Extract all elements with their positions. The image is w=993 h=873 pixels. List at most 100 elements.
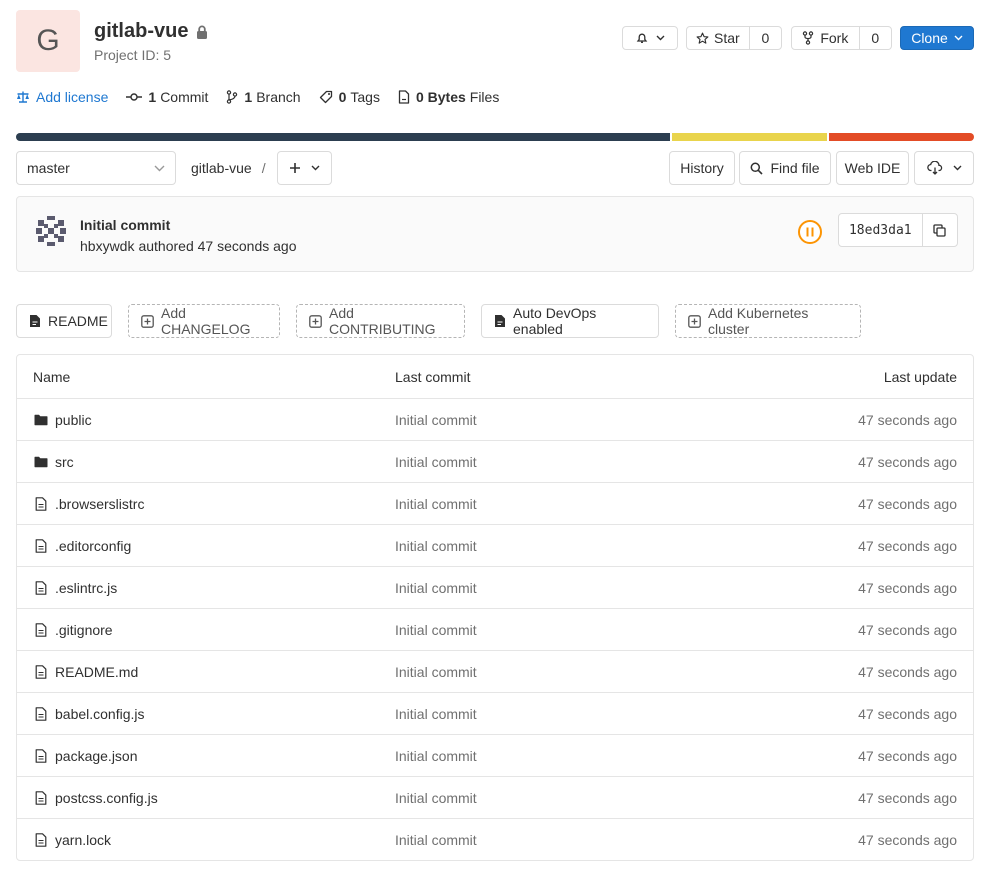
- add-license-link[interactable]: Add license: [16, 89, 108, 105]
- table-header: Name Last commit Last update: [17, 355, 973, 398]
- table-row[interactable]: package.json Initial commit 47 seconds a…: [17, 734, 973, 776]
- file-name-cell[interactable]: package.json: [33, 748, 138, 764]
- fork-count[interactable]: 0: [858, 27, 891, 49]
- project-avatar[interactable]: G: [16, 10, 80, 72]
- branches-link[interactable]: 1 Branch: [226, 89, 301, 105]
- chevron-down-icon: [954, 35, 963, 41]
- commits-link[interactable]: 1 Commit: [126, 89, 208, 105]
- file-name-cell[interactable]: public: [33, 412, 92, 428]
- table-row[interactable]: .eslintrc.js Initial commit 47 seconds a…: [17, 566, 973, 608]
- commit-icon: [126, 92, 143, 102]
- table-row[interactable]: yarn.lock Initial commit 47 seconds ago: [17, 818, 973, 860]
- last-commit-link[interactable]: Initial commit: [395, 580, 477, 596]
- file-name[interactable]: yarn.lock: [55, 832, 111, 848]
- table-row[interactable]: src Initial commit 47 seconds ago: [17, 440, 973, 482]
- table-row[interactable]: babel.config.js Initial commit 47 second…: [17, 692, 973, 734]
- header-last-update: Last update: [883, 368, 957, 385]
- file-name-cell[interactable]: .browserslistrc: [33, 496, 144, 512]
- last-commit-link[interactable]: Initial commit: [395, 538, 477, 554]
- star-icon: [696, 32, 709, 45]
- file-name[interactable]: src: [55, 454, 74, 470]
- auto-devops-button[interactable]: Auto DevOps enabled: [481, 304, 659, 338]
- file-name-cell[interactable]: yarn.lock: [33, 832, 111, 848]
- author-avatar[interactable]: [34, 214, 68, 248]
- commit-sha[interactable]: 18ed3da1: [839, 214, 922, 246]
- tag-icon: [319, 90, 333, 104]
- breadcrumb-project-link[interactable]: gitlab-vue: [191, 160, 252, 176]
- language-segment[interactable]: [671, 133, 827, 141]
- file-icon: [33, 664, 49, 679]
- notification-dropdown[interactable]: [622, 26, 678, 50]
- file-name-cell[interactable]: src: [33, 454, 74, 470]
- table-row[interactable]: postcss.config.js Initial commit 47 seco…: [17, 776, 973, 818]
- download-dropdown[interactable]: [914, 151, 974, 185]
- plus-square-icon: [309, 314, 322, 328]
- tags-link[interactable]: 0 Tags: [319, 89, 380, 105]
- clone-label: Clone: [911, 30, 948, 46]
- file-name[interactable]: public: [55, 412, 92, 428]
- table-row[interactable]: .gitignore Initial commit 47 seconds ago: [17, 608, 973, 650]
- language-segment[interactable]: [16, 133, 670, 141]
- last-commit-link[interactable]: Initial commit: [395, 622, 477, 638]
- find-file-label: Find file: [770, 160, 820, 176]
- history-button[interactable]: History: [669, 151, 735, 185]
- last-commit-link[interactable]: Initial commit: [395, 748, 477, 764]
- last-update-time: 47 seconds ago: [858, 705, 957, 722]
- last-commit-link[interactable]: Initial commit: [395, 790, 477, 806]
- language-segment[interactable]: [829, 133, 974, 141]
- readme-button[interactable]: README: [16, 304, 112, 338]
- file-name[interactable]: .editorconfig: [55, 538, 131, 554]
- file-name[interactable]: .browserslistrc: [55, 496, 144, 512]
- add-changelog-label: Add CHANGELOG: [161, 305, 251, 337]
- add-changelog-button[interactable]: Add CHANGELOG: [128, 304, 280, 338]
- last-commit-link[interactable]: Initial commit: [395, 412, 477, 428]
- last-update-time: 47 seconds ago: [858, 453, 957, 470]
- table-body: public Initial commit 47 seconds ago src…: [17, 398, 973, 860]
- file-name[interactable]: .eslintrc.js: [55, 580, 117, 596]
- table-row[interactable]: public Initial commit 47 seconds ago: [17, 398, 973, 440]
- file-name[interactable]: README.md: [55, 664, 138, 680]
- branches-label: Branch: [256, 89, 301, 105]
- add-kubernetes-button[interactable]: Add Kubernetes cluster: [675, 304, 861, 338]
- commit-author-link[interactable]: hbxywdk: [80, 238, 134, 254]
- pipeline-status[interactable]: [797, 219, 823, 248]
- table-row[interactable]: README.md Initial commit 47 seconds ago: [17, 650, 973, 692]
- fork-button[interactable]: Fork: [792, 27, 859, 49]
- find-file-button[interactable]: Find file: [739, 151, 831, 185]
- file-name-cell[interactable]: .editorconfig: [33, 538, 131, 554]
- repository-languages-bar[interactable]: [16, 133, 974, 141]
- last-commit-link[interactable]: Initial commit: [395, 832, 477, 848]
- last-commit-link[interactable]: Initial commit: [395, 664, 477, 680]
- star-count[interactable]: 0: [748, 27, 781, 49]
- file-name-cell[interactable]: README.md: [33, 664, 138, 680]
- add-contributing-button[interactable]: Add CONTRIBUTING: [296, 304, 465, 338]
- table-row[interactable]: .browserslistrc Initial commit 47 second…: [17, 482, 973, 524]
- folder-icon: [33, 456, 49, 468]
- file-name-cell[interactable]: postcss.config.js: [33, 790, 158, 806]
- file-name[interactable]: .gitignore: [55, 622, 113, 638]
- files-link[interactable]: 0 Bytes Files: [398, 89, 499, 105]
- last-commit-link[interactable]: Initial commit: [395, 454, 477, 470]
- file-name-cell[interactable]: .gitignore: [33, 622, 113, 638]
- add-license-label: Add license: [36, 89, 109, 105]
- web-ide-button[interactable]: Web IDE: [836, 151, 909, 185]
- file-name-cell[interactable]: babel.config.js: [33, 706, 145, 722]
- project-name[interactable]: gitlab-vue: [94, 20, 188, 43]
- commit-title[interactable]: Initial commit: [80, 217, 170, 233]
- table-row[interactable]: .editorconfig Initial commit 47 seconds …: [17, 524, 973, 566]
- project-title: gitlab-vue: [94, 20, 208, 43]
- file-name[interactable]: package.json: [55, 748, 138, 764]
- copy-sha-button[interactable]: [921, 214, 957, 246]
- star-button[interactable]: Star: [687, 27, 749, 49]
- last-commit-link[interactable]: Initial commit: [395, 706, 477, 722]
- file-name[interactable]: babel.config.js: [55, 706, 145, 722]
- last-update-time: 47 seconds ago: [858, 495, 957, 512]
- last-update-time: 47 seconds ago: [858, 411, 957, 428]
- file-name-cell[interactable]: .eslintrc.js: [33, 580, 117, 596]
- star-label: Star: [713, 30, 740, 46]
- clone-button[interactable]: Clone: [900, 26, 974, 50]
- add-to-tree-dropdown[interactable]: [277, 151, 332, 185]
- branch-selector[interactable]: master: [16, 151, 176, 185]
- last-commit-link[interactable]: Initial commit: [395, 496, 477, 512]
- file-name[interactable]: postcss.config.js: [55, 790, 158, 806]
